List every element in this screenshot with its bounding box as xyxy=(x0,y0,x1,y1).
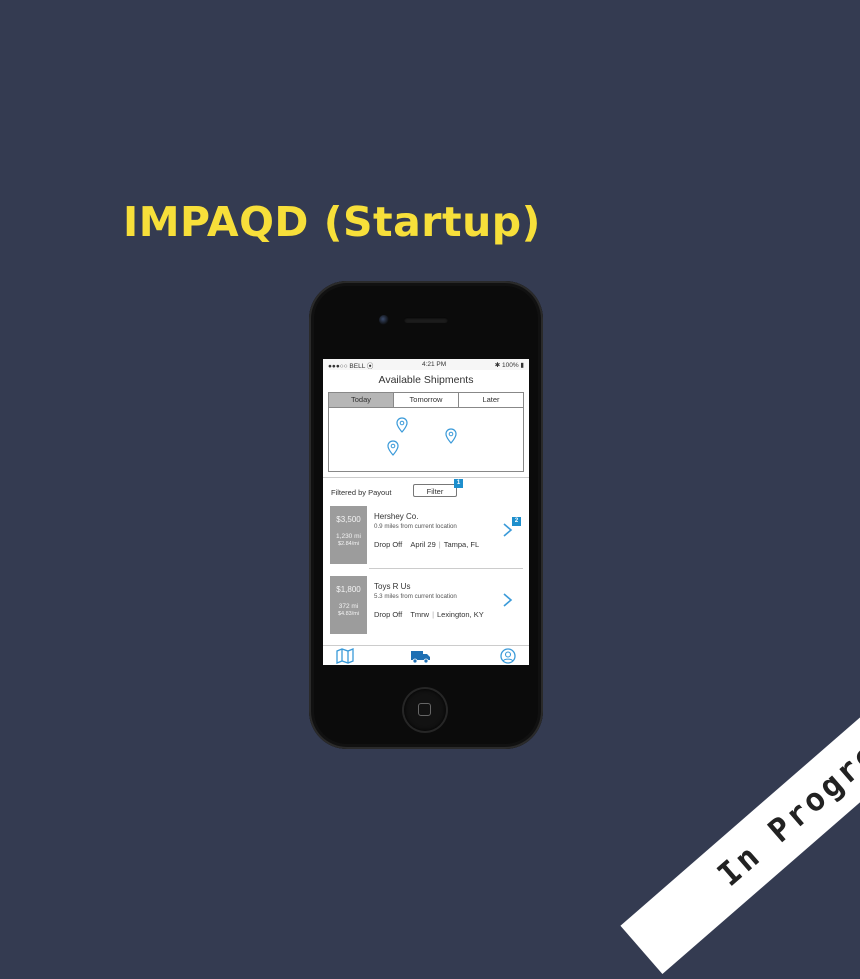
trip-miles: 372 mi xyxy=(338,603,359,610)
company-name: Hershey Co. xyxy=(374,512,419,521)
page-title: Available Shipments xyxy=(378,374,474,386)
trip-miles: 1,230 mi xyxy=(336,533,361,540)
filter-count-badge: 1 xyxy=(454,479,463,488)
drop-off-location: Tampa, FL xyxy=(443,540,480,549)
drop-off-info: Drop Off April 29 | Tampa, FL xyxy=(374,540,480,549)
map-pin-icon[interactable] xyxy=(445,428,457,444)
shipment-card[interactable]: $3,500 1,230 mi $2.84/mi Hershey Co. 0.9… xyxy=(323,502,529,569)
filter-row: Filtered by Payout Filter 1 xyxy=(323,477,529,500)
pickup-distance: 0.9 miles from current location xyxy=(374,523,457,530)
home-square-icon xyxy=(418,703,431,716)
company-name: Toys R Us xyxy=(374,582,411,591)
status-bar: ●●●○○ BELL ⦿ 4:21 PM ✱ 100% ▮ xyxy=(323,359,529,370)
pickup-distance: 5.3 miles from current location xyxy=(374,593,457,600)
payout-box: $3,500 1,230 mi $2.84/mi xyxy=(330,506,367,564)
tab-today[interactable]: Today xyxy=(329,393,394,407)
map-pin-icon[interactable] xyxy=(387,440,399,456)
headline: IMPAQD (Startup) xyxy=(123,198,541,246)
drop-off-date: Tmrw xyxy=(410,610,430,619)
ribbon-label: In Progress xyxy=(710,704,860,894)
in-progress-ribbon: In Progress xyxy=(620,623,860,975)
tab-later[interactable]: Later xyxy=(459,393,523,407)
payout-box: $1,800 372 mi $4.83/mi xyxy=(330,576,367,634)
clock: 4:21 PM xyxy=(421,361,447,368)
payout-amount: $1,800 xyxy=(336,585,361,594)
map-pin-icon[interactable] xyxy=(396,417,408,433)
tab-tomorrow[interactable]: Tomorrow xyxy=(394,393,459,407)
payout-amount: $3,500 xyxy=(336,515,361,524)
truck-icon[interactable] xyxy=(410,648,432,664)
day-tabs: Today Tomorrow Later xyxy=(329,393,523,408)
bottom-tab-bar xyxy=(323,645,529,665)
chevron-right-icon[interactable] xyxy=(501,592,515,608)
filter-button[interactable]: Filter xyxy=(413,484,457,497)
map-icon[interactable] xyxy=(336,648,354,664)
home-button[interactable] xyxy=(404,689,446,731)
rate-per-mile: $4.83/mi xyxy=(337,611,360,617)
card-divider xyxy=(369,568,523,569)
carrier-label: ●●●○○ BELL ⦿ xyxy=(328,362,374,370)
drop-off-date: April 29 xyxy=(410,540,436,549)
drop-off-info: Drop Off Tmrw | Lexington, KY xyxy=(374,610,484,619)
earpiece-speaker xyxy=(404,317,448,323)
battery-indicator: ✱ 100% ▮ xyxy=(494,361,524,369)
rate-per-mile: $2.84/mi xyxy=(337,541,360,547)
map-panel[interactable]: Today Tomorrow Later xyxy=(328,392,524,472)
front-camera xyxy=(379,315,389,325)
drop-off-label: Drop Off xyxy=(374,610,403,619)
phone-screen: ●●●○○ BELL ⦿ 4:21 PM ✱ 100% ▮ Available … xyxy=(323,359,529,665)
shipment-card[interactable]: $1,800 372 mi $4.83/mi Toys R Us 5.3 mil… xyxy=(323,572,529,638)
drop-off-label: Drop Off xyxy=(374,540,403,549)
filter-label: Filtered by Payout xyxy=(331,488,392,497)
phone-mockup: ●●●○○ BELL ⦿ 4:21 PM ✱ 100% ▮ Available … xyxy=(309,281,543,749)
shipment-count-badge: 2 xyxy=(512,517,521,526)
profile-icon[interactable] xyxy=(499,648,517,664)
drop-off-location: Lexington, KY xyxy=(437,610,484,619)
